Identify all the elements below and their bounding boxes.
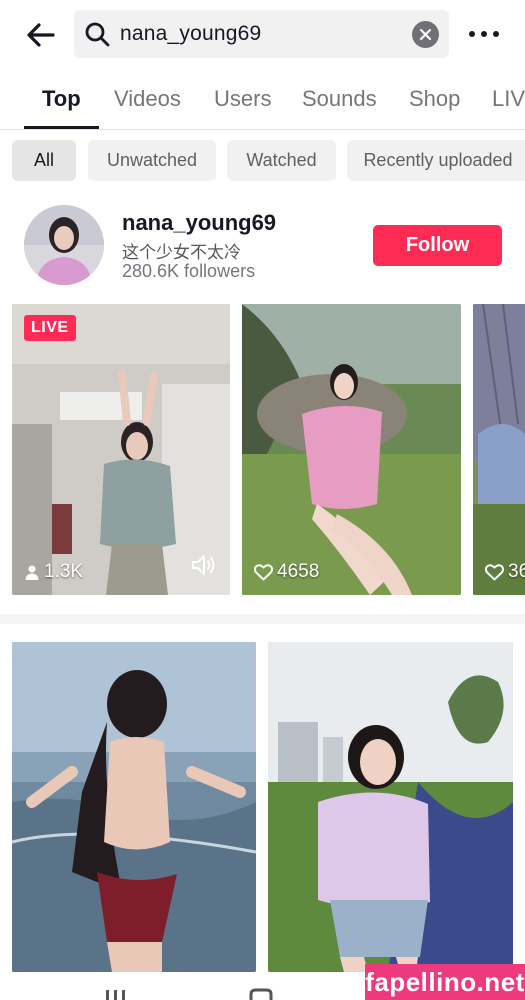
search-tabs: Top Videos Users Sounds Shop LIV [0,72,525,130]
search-bar[interactable]: nana_young69 [74,10,449,58]
video-card[interactable] [12,642,256,972]
video-thumbnail [473,304,525,595]
tab-shop[interactable]: Shop [409,86,460,112]
watermark: fapellino.net [365,964,525,1000]
filter-unwatched[interactable]: Unwatched [88,140,216,181]
tab-videos[interactable]: Videos [114,86,181,112]
tab-top[interactable]: Top [42,86,81,112]
bottom-nav [0,988,365,1000]
follow-button[interactable]: Follow [373,225,502,266]
user-bio: 这个少女不太冷 [122,243,241,262]
video-thumbnail [242,304,461,595]
speaker-icon [192,555,215,575]
more-options-button[interactable] [466,22,502,46]
clear-search-button[interactable] [412,21,439,48]
heart-icon [485,563,504,580]
heart-icon [254,563,273,580]
video-card[interactable]: 4658 [242,304,461,595]
filter-chips: All Unwatched Watched Recently uploaded [0,140,525,182]
username: nana_young69 [122,210,277,235]
like-count: 4658 [254,561,319,583]
search-icon [85,22,110,47]
top-bar: nana_young69 [0,0,525,70]
filter-recently-uploaded[interactable]: Recently uploaded [347,140,525,181]
tab-sounds[interactable]: Sounds [302,86,377,112]
video-thumbnail [12,642,256,972]
active-tab-indicator [24,126,99,129]
live-badge: LIVE [24,315,76,341]
filter-watched[interactable]: Watched [227,140,336,181]
user-result[interactable]: nana_young69 这个少女不太冷 280.6K followers Fo… [0,198,525,290]
viewer-count: 1.3K [24,561,83,583]
video-card[interactable]: 36 [473,304,525,595]
avatar[interactable] [24,205,104,285]
video-thumbnail [12,304,230,595]
section-divider [0,614,525,624]
search-input[interactable]: nana_young69 [120,22,261,46]
video-card[interactable] [268,642,513,972]
follower-count: 280.6K followers [122,261,256,281]
person-icon [25,565,39,580]
sound-toggle[interactable] [190,553,218,582]
back-button[interactable] [22,16,60,54]
close-icon [419,28,432,41]
back-arrow-icon [27,23,55,47]
tab-users[interactable]: Users [214,86,271,112]
live-video-card[interactable]: LIVE 1.3K [12,304,230,595]
filter-all[interactable]: All [12,140,76,181]
home-icon[interactable] [103,988,127,1000]
more-dots-icon [469,31,499,37]
inbox-icon[interactable] [248,988,274,1000]
like-count: 36 [485,561,525,583]
video-thumbnail [268,642,513,972]
tab-live[interactable]: LIV [492,86,525,112]
